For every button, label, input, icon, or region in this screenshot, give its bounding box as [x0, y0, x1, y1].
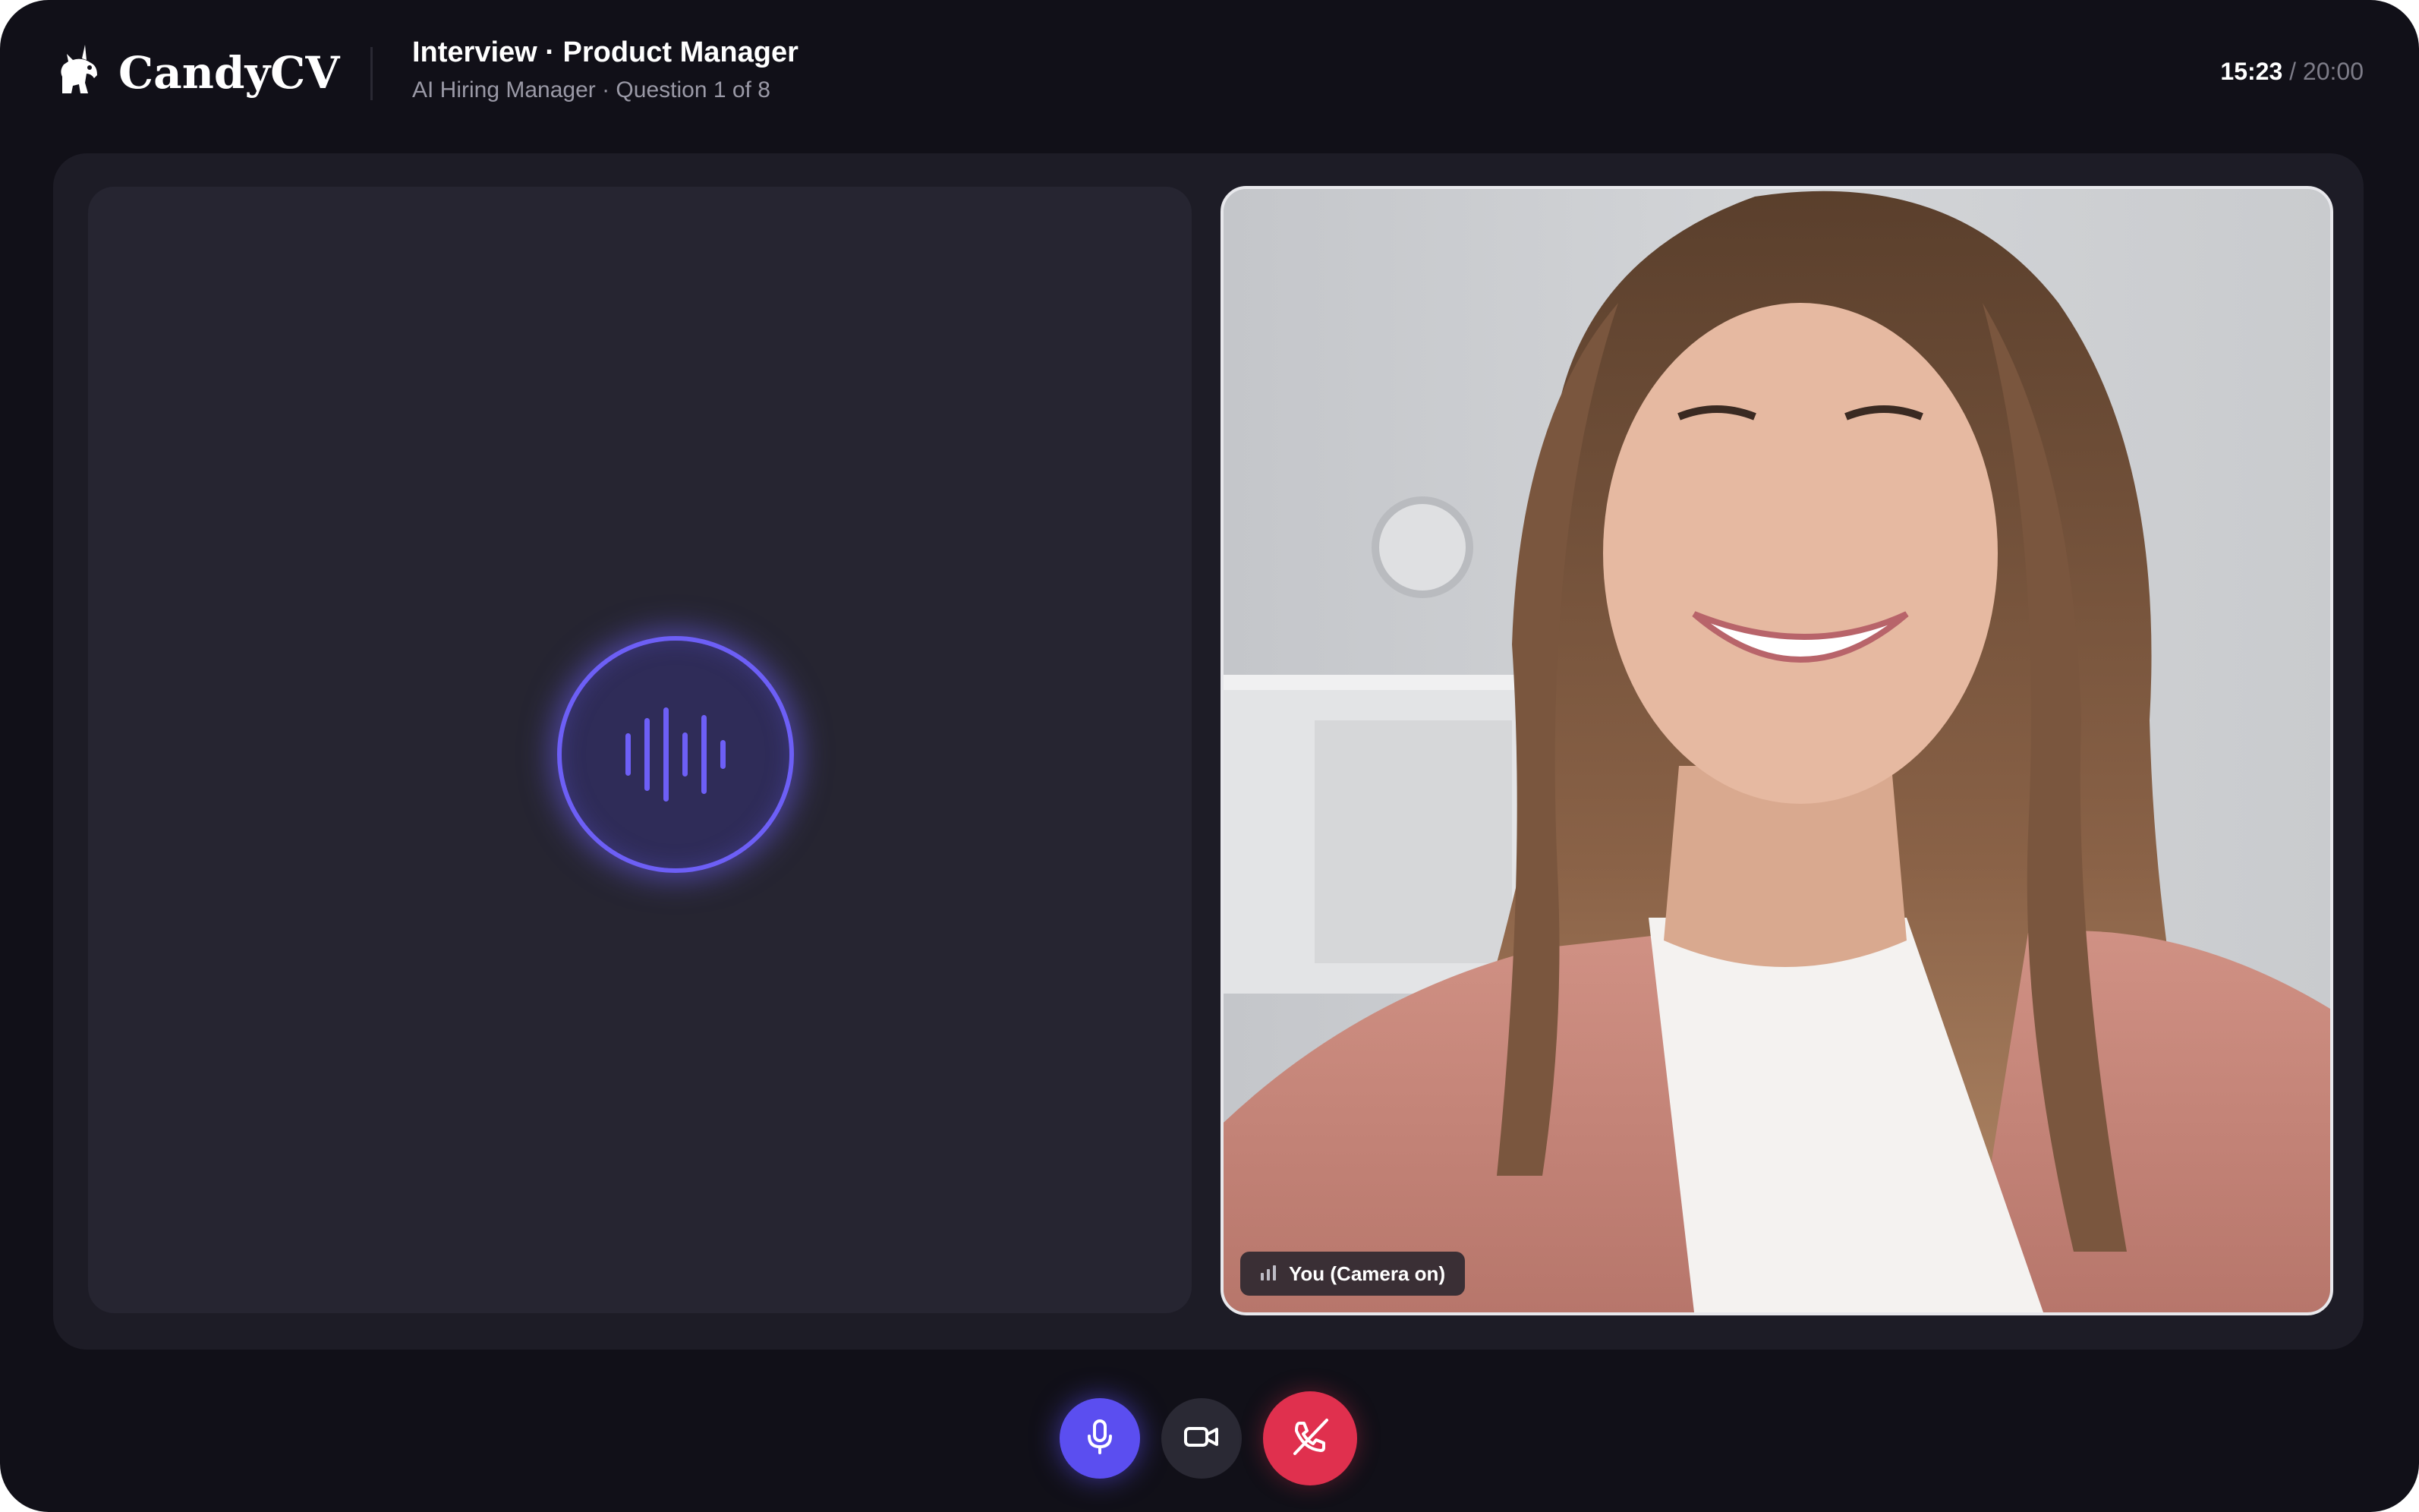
timer-elapsed: 15:23	[2220, 58, 2283, 85]
app-window: CandyCV Interview · Product Manager AI H…	[0, 0, 2419, 1512]
video-label-badge: You (Camera on)	[1240, 1252, 1466, 1296]
header-divider	[370, 47, 373, 100]
microphone-icon	[1083, 1418, 1117, 1460]
candidate-video: You (Camera on)	[1221, 186, 2333, 1315]
timer-total: 20:00	[2302, 58, 2364, 85]
interview-stage: You (Camera on)	[53, 153, 2364, 1350]
end-call-button[interactable]	[1263, 1391, 1357, 1485]
video-camera-icon	[1183, 1423, 1220, 1454]
page-subtitle: AI Hiring Manager · Question 1 of 8	[412, 77, 770, 102]
call-controls	[1060, 1391, 1357, 1485]
phone-hangup-icon	[1289, 1416, 1331, 1462]
microphone-button[interactable]	[1060, 1398, 1140, 1479]
interview-timer: 15:23 / 20:00	[2220, 58, 2364, 86]
brand-name: CandyCV	[118, 47, 340, 99]
signal-bars-icon	[1260, 1262, 1278, 1286]
camera-feed	[1224, 189, 2330, 1312]
ai-speaking-orb	[557, 636, 794, 873]
unicorn-icon	[52, 43, 108, 103]
camera-button[interactable]	[1161, 1398, 1242, 1479]
page-title: Interview · Product Manager	[412, 36, 798, 68]
ai-interviewer-panel	[88, 187, 1192, 1313]
timer-separator: /	[2282, 58, 2303, 85]
brand-logo[interactable]: CandyCV	[52, 43, 339, 103]
audio-waveform-icon	[619, 707, 732, 802]
video-label-text: You (Camera on)	[1289, 1262, 1446, 1285]
